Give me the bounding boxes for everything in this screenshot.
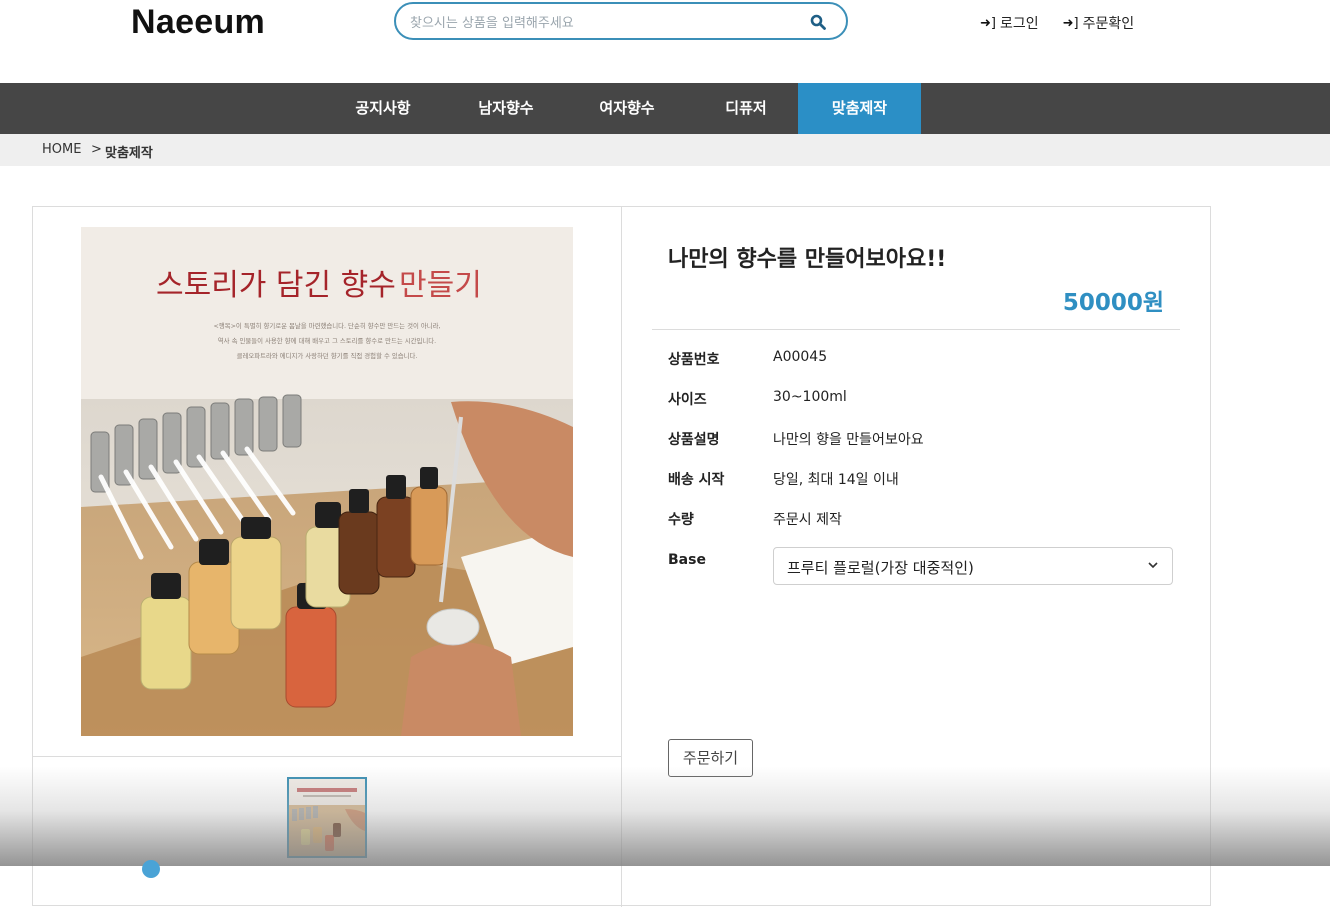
nav-item-diffuser[interactable]: 디퓨저 xyxy=(700,83,792,134)
divider xyxy=(621,207,622,907)
label-base: Base xyxy=(668,552,706,568)
search-input[interactable] xyxy=(408,11,792,35)
label-shipping: 배송 시작 xyxy=(668,472,725,488)
site-logo[interactable]: Naeeum xyxy=(131,3,265,42)
value-size: 30~100ml xyxy=(773,389,847,405)
value-quantity: 주문시 제작 xyxy=(773,512,842,528)
login-link[interactable]: ➜] 로그인 xyxy=(980,13,1039,33)
nav-item-women[interactable]: 여자향수 xyxy=(581,83,673,134)
nav-item-men[interactable]: 남자향수 xyxy=(460,83,552,134)
main-nav: 공지사항 남자향수 여자향수 디퓨저 맞춤제작 xyxy=(0,83,1330,134)
product-thumbnail[interactable] xyxy=(287,777,367,858)
divider xyxy=(33,756,621,757)
base-select-value: 프루티 플로럴(가장 대중적인) xyxy=(787,559,974,577)
value-description: 나만의 향을 만들어보아요 xyxy=(773,432,924,448)
order-check-label: 주문확인 xyxy=(1082,16,1135,32)
sign-in-icon: ➜] xyxy=(1062,15,1079,31)
value-shipping: 당일, 최대 14일 이내 xyxy=(773,472,899,488)
image-desc: 역사 속 인물들이 사용한 향에 대해 배우고 그 스토리를 향수로 만드는 시… xyxy=(218,336,436,345)
product-price: 50000원 xyxy=(1062,290,1164,316)
image-title: 스토리가 담긴 향수 xyxy=(156,268,396,303)
scroll-indicator xyxy=(142,860,160,878)
label-size: 사이즈 xyxy=(668,392,707,408)
breadcrumb: HOME > 맞춤제작 xyxy=(0,134,1330,166)
value-product-number: A00045 xyxy=(773,349,828,365)
label-product-number: 상품번호 xyxy=(668,352,720,368)
order-check-link[interactable]: ➜] 주문확인 xyxy=(1063,13,1135,33)
search-bar xyxy=(394,2,848,40)
product-title: 나만의 향수를 만들어보아요!! xyxy=(668,247,947,272)
breadcrumb-current: 맞춤제작 xyxy=(105,146,153,161)
order-button[interactable]: 주문하기 xyxy=(668,739,753,777)
nav-item-custom[interactable]: 맞춤제작 xyxy=(798,83,921,134)
nav-item-notice[interactable]: 공지사항 xyxy=(337,83,429,134)
image-desc: <행복>이 특별히 향기로운 봄날을 마련했습니다. 단순히 향수만 만드는 것… xyxy=(213,321,440,330)
top-links: ➜] 로그인 ➜] 주문확인 xyxy=(980,13,1134,33)
label-quantity: 수량 xyxy=(668,512,694,528)
chevron-down-icon xyxy=(1148,562,1158,569)
login-label: 로그인 xyxy=(999,16,1039,32)
search-icon[interactable] xyxy=(810,14,826,30)
divider xyxy=(652,329,1180,330)
product-main-image[interactable]: 스토리가 담긴 향수 만들기 <행복>이 특별히 향기로운 봄날을 마련했습니다… xyxy=(81,227,573,736)
base-select[interactable]: 프루티 플로럴(가장 대중적인) xyxy=(773,547,1173,585)
label-description: 상품설명 xyxy=(668,432,720,448)
breadcrumb-separator: > xyxy=(91,142,102,157)
image-title-tail: 만들기 xyxy=(399,268,482,303)
breadcrumb-home[interactable]: HOME xyxy=(42,142,81,157)
image-desc: 클레오파트라와 에디지가 사랑하던 향기를 직접 경험할 수 있습니다. xyxy=(237,351,418,360)
sign-in-icon: ➜] xyxy=(980,15,996,31)
